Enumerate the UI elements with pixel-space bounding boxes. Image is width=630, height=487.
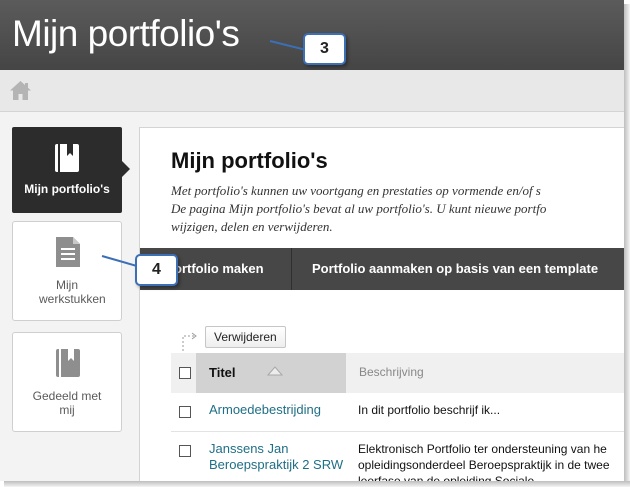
portfolio-title-link[interactable]: Janssens Jan Beroepspraktijk 2 SRW [209,441,343,473]
portfolio-book-icon [55,144,79,172]
app-title: Mijn portfolio's [12,13,240,54]
selection-arrow-icon [182,332,197,351]
column-header-description: Beschrijving [359,365,424,379]
title-line: Beroepspraktijk 2 SRW [209,457,344,472]
window-shadow [624,4,630,487]
delete-button[interactable]: Verwijderen [205,326,286,348]
row-checkbox[interactable] [179,406,191,418]
app-window: Mijn portfolio's Mijn portfolio's Mijn w… [0,0,624,481]
callout-3: 3 [303,33,346,65]
sidebar-item-mijn-portfolios[interactable]: Mijn portfolio's [12,127,122,213]
shared-book-icon [56,349,80,377]
column-header-label: Titel [209,365,236,380]
portfolio-title-link[interactable]: Armoedebestrijding [209,402,321,418]
table-header: Titel Beschrijving [171,353,624,393]
document-icon [56,237,80,267]
portfolio-description: Elektronisch Portfolio ter ondersteuning… [358,441,610,481]
description-line: De pagina Mijn portfolio's bevat al uw p… [171,201,547,216]
row-divider [171,431,624,432]
description-line: wijzigen, delen en verwijderen. [171,219,333,234]
description-line: Elektronisch Portfolio ter ondersteuning… [358,442,607,456]
sort-ascending-icon [267,366,283,376]
select-all-checkbox[interactable] [179,367,191,379]
column-header-title[interactable]: Titel [196,353,346,393]
action-bar: ortfolio maken Portfolio aanmaken op bas… [140,248,624,290]
home-icon[interactable] [9,80,32,101]
portfolio-description: In dit portfolio beschrijf ik... [358,403,501,417]
sidebar-item-label: Mijn portfolio's [24,182,110,196]
callout-4: 4 [135,254,178,286]
sidebar-item-label: Mijn werkstukken [39,278,106,306]
sidebar-item-label: Gedeeld met mij [32,389,102,417]
row-checkbox[interactable] [179,445,191,457]
main-content: Mijn portfolio's Met portfolio's kunnen … [139,127,624,481]
sidebar-item-gedeeld-met-mij[interactable]: Gedeeld met mij [12,332,122,432]
description-line: leerfase van de opleiding Sociale [358,474,535,481]
description-line: Met portfolio's kunnen uw voortgang en p… [171,183,541,198]
create-from-template-button[interactable]: Portfolio aanmaken op basis van een temp… [292,248,618,290]
window-shadow [4,481,630,487]
title-line: Janssens Jan [209,441,289,456]
breadcrumb [0,70,624,112]
sidebar-item-mijn-werkstukken[interactable]: Mijn werkstukken [12,221,122,321]
page-title: Mijn portfolio's [171,148,328,173]
page-description: Met portfolio's kunnen uw voortgang en p… [171,182,546,236]
description-line: opleidingsonderdeel Beroepspraktijk in d… [358,458,610,472]
active-item-indicator [121,160,130,178]
create-portfolio-button[interactable]: ortfolio maken [161,248,277,290]
